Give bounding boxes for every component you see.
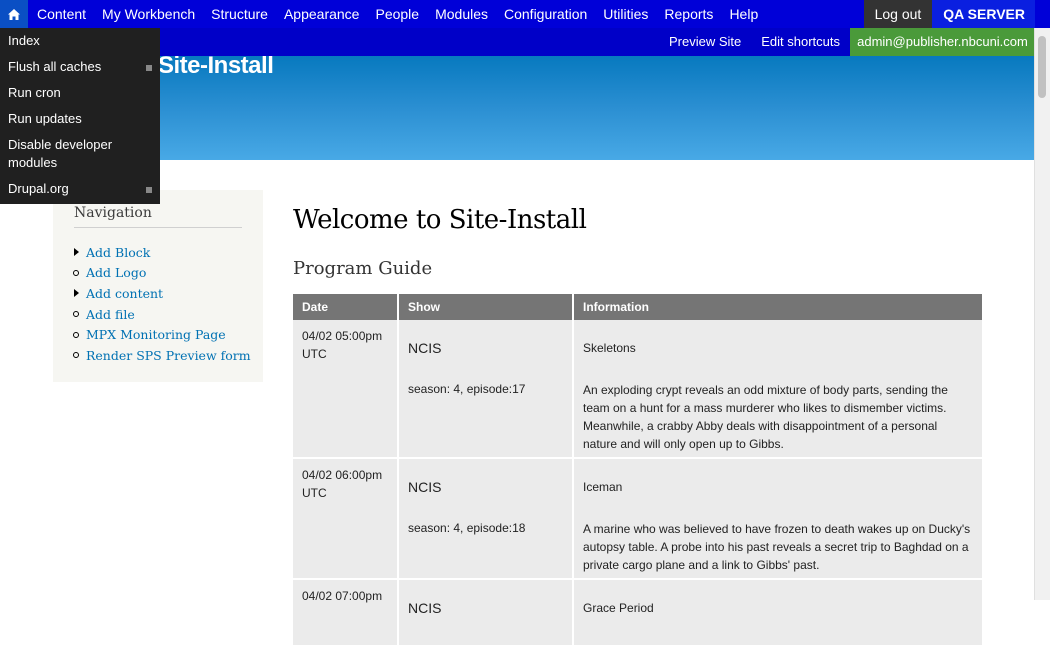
user-account-link[interactable]: admin@publisher.nbcuni.com <box>850 28 1035 56</box>
column-header-date: Date <box>293 294 399 320</box>
dropdown-item-label: Index <box>8 33 40 48</box>
home-icon[interactable] <box>0 0 28 28</box>
episode-title: Iceman <box>583 480 623 494</box>
toolbar-right: Log out QA SERVER <box>863 0 1035 28</box>
page-scrollbar[interactable] <box>1034 28 1050 600</box>
admin-toolbar: Content My Workbench Structure Appearanc… <box>0 0 1050 28</box>
preview-site-link[interactable]: Preview Site <box>659 28 751 56</box>
page-title: Welcome to Site-Install <box>293 205 587 235</box>
menu-configuration[interactable]: Configuration <box>496 0 595 28</box>
section-title: Program Guide <box>293 258 433 279</box>
expand-arrow-icon <box>73 247 86 257</box>
dropdown-item-label: Run updates <box>8 111 82 126</box>
dropdown-item-label: Flush all caches <box>8 59 102 74</box>
dropdown-item-disable-dev-modules[interactable]: Disable developer modules <box>0 132 160 176</box>
cell-information: Skeletons An exploding crypt reveals an … <box>573 320 982 459</box>
main-content: Welcome to Site-Install Program Guide <box>293 205 983 279</box>
scrollbar-thumb[interactable] <box>1038 36 1046 98</box>
cell-show: NCIS season: 4, episode:18 <box>398 458 574 580</box>
menu-content[interactable]: Content <box>29 0 94 28</box>
dropdown-item-label: Drupal.org <box>8 181 69 196</box>
edit-shortcuts-link[interactable]: Edit shortcuts <box>751 28 850 56</box>
logout-button[interactable]: Log out <box>863 0 933 28</box>
nav-item-add-block[interactable]: Add Block <box>73 242 251 263</box>
nav-item-add-logo[interactable]: Add Logo <box>73 263 251 284</box>
cell-date: 04/02 07:00pm <box>293 579 399 647</box>
menu-modules[interactable]: Modules <box>427 0 496 28</box>
nav-item-add-file[interactable]: Add file <box>73 304 251 325</box>
submenu-indicator-icon <box>146 187 152 193</box>
admin-menu: Content My Workbench Structure Appearanc… <box>29 0 766 28</box>
table-row: 04/02 06:00pm UTC NCIS season: 4, episod… <box>293 458 982 580</box>
table-row: 04/02 05:00pm UTC NCIS season: 4, episod… <box>293 320 982 459</box>
episode-description: An exploding crypt reveals an odd mixtur… <box>583 383 948 451</box>
dropdown-item-drupal-org[interactable]: Drupal.org <box>0 176 160 202</box>
table-row: 04/02 07:00pm NCIS Grace Period <box>293 579 982 647</box>
navigation-list: Add Block Add Logo Add content Add file … <box>73 242 251 366</box>
nav-item-label: Add file <box>86 306 135 322</box>
navigation-title: Navigation <box>74 205 242 228</box>
bullet-icon <box>73 330 86 340</box>
site-name[interactable]: Site-Install <box>158 52 274 80</box>
table-header-row: Date Show Information <box>293 294 982 320</box>
cell-show: NCIS season: 4, episode:17 <box>398 320 574 459</box>
nav-item-mpx-monitoring[interactable]: MPX Monitoring Page <box>73 324 251 345</box>
submenu-indicator-icon <box>146 65 152 71</box>
bullet-icon <box>73 268 86 278</box>
dropdown-item-run-cron[interactable]: Run cron <box>0 80 160 106</box>
cell-information: Iceman A marine who was believed to have… <box>573 458 982 580</box>
column-header-show: Show <box>398 294 574 320</box>
show-name: NCIS <box>408 340 442 356</box>
expand-arrow-icon <box>73 288 86 298</box>
episode-description: A marine who was believed to have frozen… <box>583 522 971 572</box>
program-guide-table: Date Show Information 04/02 05:00pm UTC … <box>293 294 982 647</box>
nav-item-label: Add Block <box>86 244 151 260</box>
server-badge: QA SERVER <box>932 0 1035 28</box>
episode-info: season: 4, episode:17 <box>408 382 526 396</box>
nav-item-label: Render SPS Preview form <box>86 347 251 363</box>
bullet-icon <box>73 350 86 360</box>
menu-structure[interactable]: Structure <box>203 0 276 28</box>
dropdown-item-label: Run cron <box>8 85 61 100</box>
nav-item-label: MPX Monitoring Page <box>86 327 226 343</box>
dropdown-item-flush-caches[interactable]: Flush all caches <box>0 54 160 80</box>
nav-item-add-content[interactable]: Add content <box>73 283 251 304</box>
shortcut-links: Preview Site Edit shortcuts <box>659 28 850 56</box>
episode-title: Grace Period <box>583 601 654 615</box>
navigation-block: Navigation Add Block Add Logo Add conten… <box>53 190 263 382</box>
menu-reports[interactable]: Reports <box>656 0 721 28</box>
show-name: NCIS <box>408 600 442 616</box>
cell-date: 04/02 06:00pm UTC <box>293 458 399 580</box>
menu-my-workbench[interactable]: My Workbench <box>94 0 203 28</box>
menu-help[interactable]: Help <box>721 0 766 28</box>
dropdown-item-run-updates[interactable]: Run updates <box>0 106 160 132</box>
bullet-icon <box>73 309 86 319</box>
nav-item-render-sps[interactable]: Render SPS Preview form <box>73 345 251 366</box>
episode-title: Skeletons <box>583 341 636 355</box>
menu-utilities[interactable]: Utilities <box>595 0 656 28</box>
nav-item-label: Add content <box>86 285 164 301</box>
menu-appearance[interactable]: Appearance <box>276 0 368 28</box>
menu-people[interactable]: People <box>367 0 427 28</box>
show-name: NCIS <box>408 479 442 495</box>
cell-information: Grace Period <box>573 579 982 647</box>
dropdown-item-index[interactable]: Index <box>0 28 160 54</box>
dropdown-item-label: Disable developer modules <box>8 137 113 170</box>
episode-info: season: 4, episode:18 <box>408 521 526 535</box>
cell-show: NCIS <box>398 579 574 647</box>
utilities-dropdown: Index Flush all caches Run cron Run upda… <box>0 28 160 204</box>
cell-date: 04/02 05:00pm UTC <box>293 320 399 459</box>
nav-item-label: Add Logo <box>86 265 147 281</box>
column-header-information: Information <box>573 294 982 320</box>
